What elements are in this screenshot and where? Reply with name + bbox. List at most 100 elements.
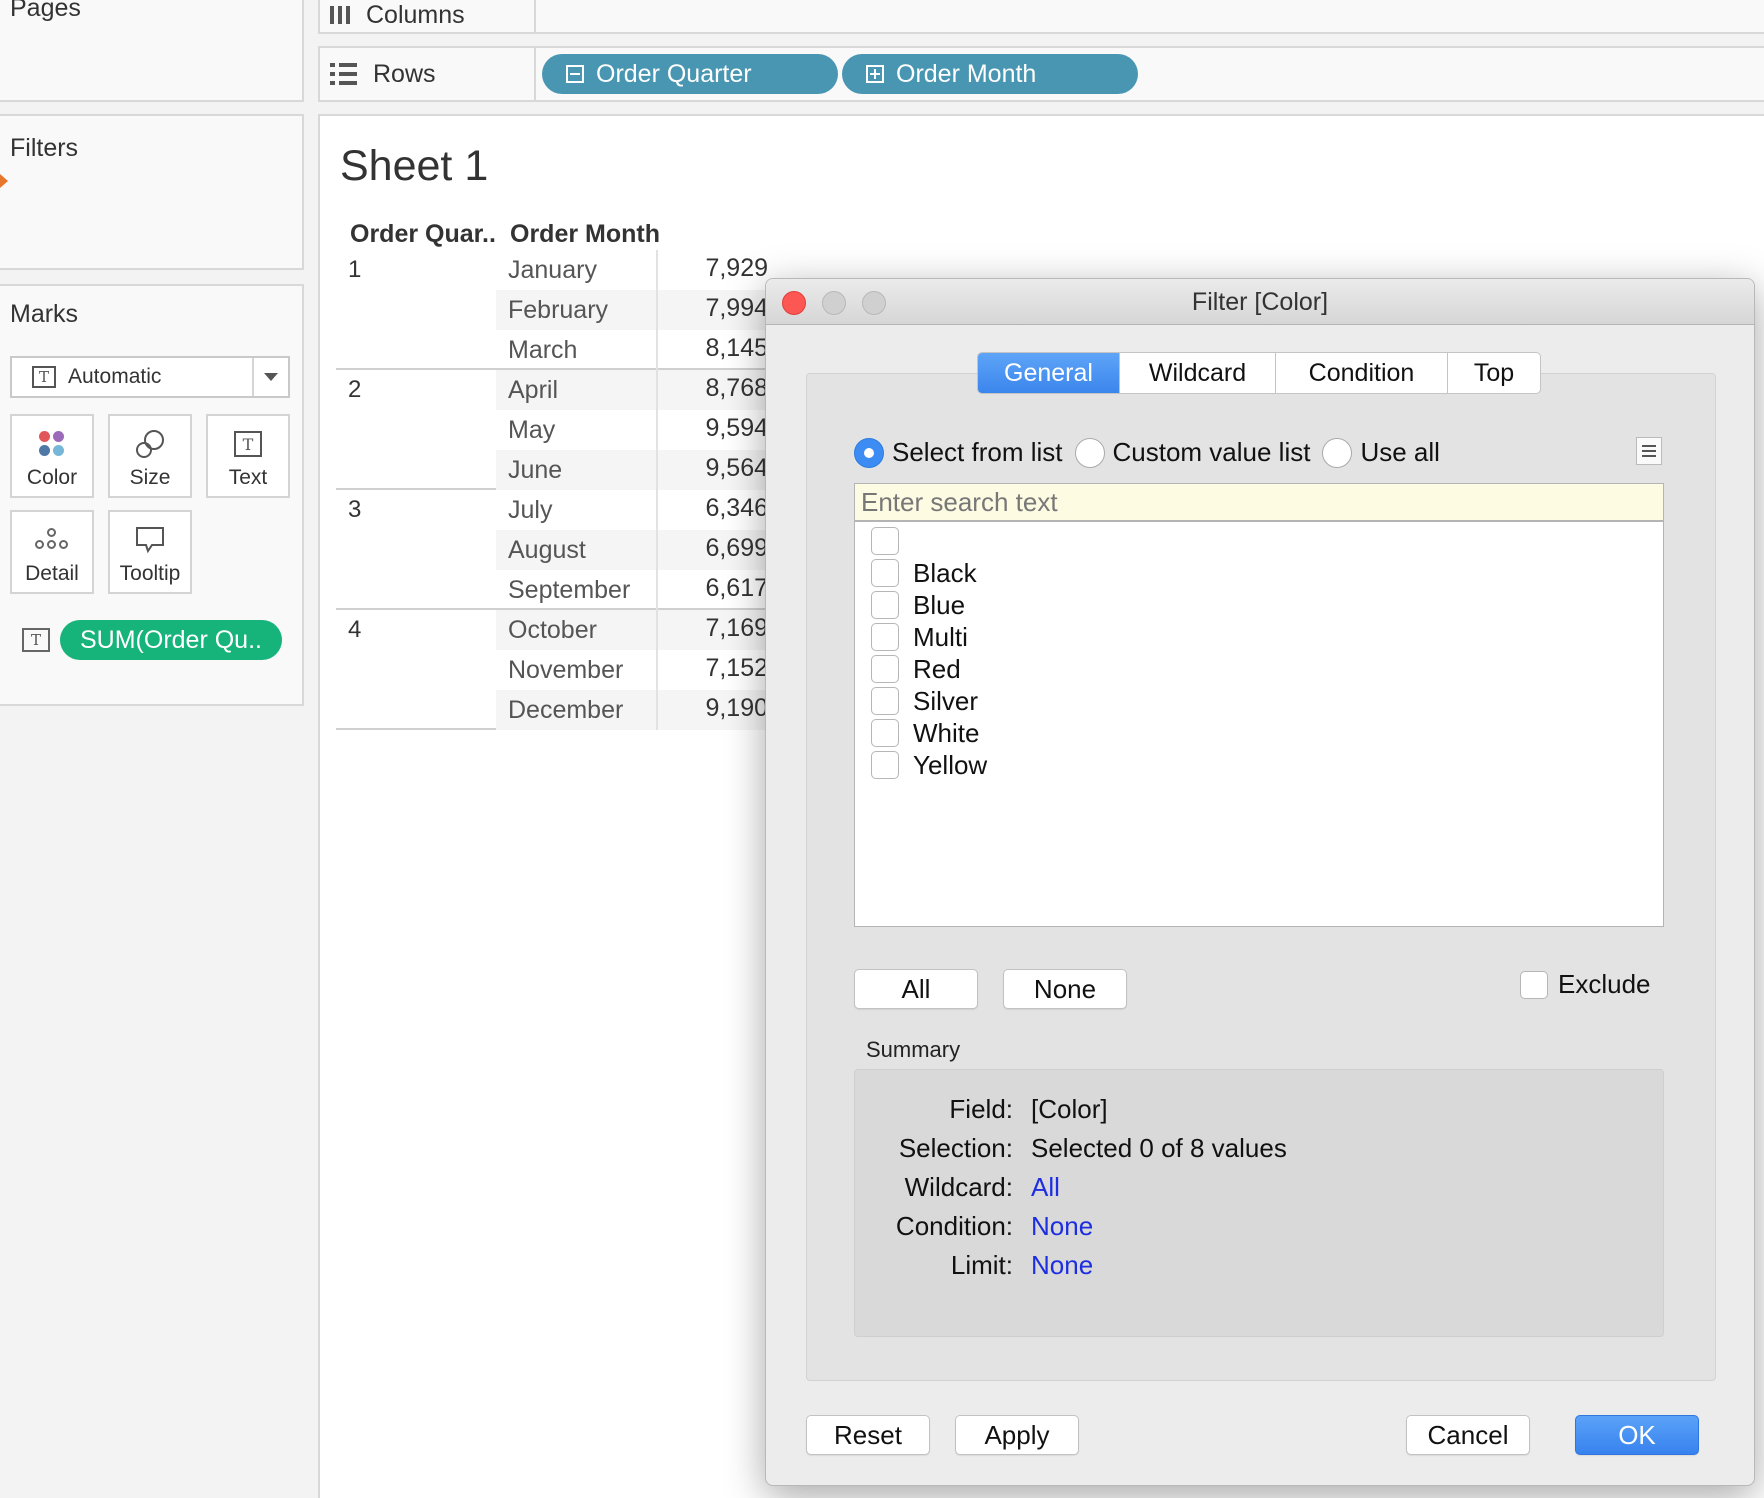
condition-link[interactable]: None [1031, 1211, 1093, 1242]
table-row[interactable]: January 7,929 [496, 250, 776, 290]
month-value: 6,617 [705, 574, 768, 602]
dropdown-arrow[interactable] [252, 358, 288, 396]
mark-type-dropdown[interactable]: T Automatic [10, 356, 290, 398]
list-item[interactable]: Black [871, 558, 977, 588]
exclude-option[interactable]: Exclude [1520, 969, 1651, 1000]
tab-top[interactable]: Top [1448, 353, 1540, 393]
table-row[interactable]: July 6,346 [496, 490, 776, 530]
tooltip-button[interactable]: Tooltip [108, 510, 192, 594]
table-row[interactable]: February 7,994 [496, 290, 776, 330]
summary-row-limit: Limit: None [950, 1250, 1094, 1281]
month-value: 7,152 [705, 654, 768, 682]
limit-link[interactable]: None [1031, 1250, 1093, 1281]
summary-row-condition: Condition: None [895, 1211, 1094, 1242]
checkbox[interactable] [871, 527, 899, 555]
text-icon[interactable]: T [22, 628, 50, 652]
month-name: May [508, 416, 556, 444]
order-month-pill[interactable]: Order Month [842, 54, 1138, 94]
tab-wildcard[interactable]: Wildcard [1120, 353, 1276, 393]
table-row[interactable]: August 6,699 [496, 530, 776, 570]
table-row[interactable]: May 9,594 [496, 410, 776, 450]
apply-button[interactable]: Apply [955, 1415, 1079, 1455]
text-label: Text [228, 466, 268, 489]
radio-label[interactable]: Custom value list [1113, 437, 1311, 468]
color-button[interactable]: Color [10, 414, 94, 498]
table-row[interactable]: June 9,564 [496, 450, 776, 490]
radio-use-all[interactable] [1322, 437, 1353, 468]
quarter-group: 2 April 8,768 May 9,594 June 9,564 [336, 370, 776, 490]
reset-button[interactable]: Reset [806, 1415, 930, 1455]
filters-title: Filters [10, 134, 79, 162]
marks-field-row: T SUM(Order Qu.. [22, 620, 282, 660]
text-button[interactable]: T Text [206, 414, 290, 498]
columns-shelf[interactable]: Columns [318, 0, 1764, 34]
checkbox[interactable] [871, 655, 899, 683]
checkbox[interactable] [871, 687, 899, 715]
wildcard-link[interactable]: All [1031, 1172, 1060, 1203]
size-icon [136, 430, 164, 458]
table-row[interactable]: October 7,169 [496, 610, 776, 650]
order-quarter-pill[interactable]: Order Quarter [542, 54, 838, 94]
detail-button[interactable]: Detail [10, 510, 94, 594]
table-row[interactable]: March 8,145 [496, 330, 776, 370]
select-all-button[interactable]: All [854, 969, 978, 1009]
collapse-icon[interactable] [566, 65, 584, 83]
column-header-order-quarter[interactable]: Order Quar.. [350, 220, 496, 249]
list-item[interactable] [871, 526, 913, 556]
table-row[interactable]: December 9,190 [496, 690, 776, 730]
tooltip-icon [136, 527, 164, 554]
cancel-button[interactable]: Cancel [1406, 1415, 1530, 1455]
list-item[interactable]: Yellow [871, 750, 987, 780]
radio-select-from-list[interactable] [854, 437, 884, 468]
table-row[interactable]: September 6,617 [496, 570, 776, 610]
quarter-group: 1 January 7,929 February 7,994 March 8,145 [336, 250, 776, 370]
list-item[interactable]: Blue [871, 590, 965, 620]
tab-general[interactable]: General [978, 353, 1120, 393]
radio-label[interactable]: Use all [1360, 437, 1439, 468]
select-none-button[interactable]: None [1003, 969, 1127, 1009]
table-row[interactable]: April 8,768 [496, 370, 776, 410]
size-button[interactable]: Size [108, 414, 192, 498]
checkbox[interactable] [871, 751, 899, 779]
summary-box: Field: [Color] Selection: Selected 0 of … [854, 1069, 1664, 1337]
values-list[interactable]: Black Blue Multi Red Silver White Yellow [854, 521, 1664, 927]
color-label: Color [26, 466, 78, 489]
list-item[interactable]: White [871, 718, 979, 748]
quarter-label[interactable]: 2 [348, 376, 361, 404]
summary-row-selection: Selection: Selected 0 of 8 values [898, 1133, 1287, 1163]
quarter-label[interactable]: 3 [348, 496, 361, 524]
radio-custom-value-list[interactable] [1074, 437, 1105, 468]
pages-card[interactable]: Pages [0, 0, 304, 102]
rows-shelf[interactable]: Rows Order Quarter Order Month [318, 46, 1764, 102]
list-options-menu-button[interactable] [1636, 437, 1662, 465]
crosstab-table: 1 January 7,929 February 7,994 March 8,145 … [336, 250, 776, 730]
rows-shelf-header: Rows [320, 48, 536, 100]
marks-title: Marks [10, 300, 79, 328]
summary-row-field: Field: [Color] [949, 1094, 1108, 1124]
sum-order-quantity-pill[interactable]: SUM(Order Qu.. [60, 620, 282, 660]
marks-card: Marks T Automatic Color Size T Text Deta… [0, 284, 304, 706]
list-item[interactable]: Red [871, 654, 961, 684]
order-quarter-label: Order Quarter [596, 59, 752, 88]
checkbox[interactable] [871, 591, 899, 619]
tab-bar: General Wildcard Condition Top [977, 352, 1541, 394]
radio-label[interactable]: Select from list [892, 437, 1063, 468]
dialog-titlebar[interactable]: Filter [Color] [766, 279, 1754, 325]
expand-icon[interactable] [866, 65, 884, 83]
search-input[interactable] [854, 483, 1664, 521]
quarter-label[interactable]: 4 [348, 616, 361, 644]
filters-card[interactable]: Filters [0, 114, 304, 270]
month-value: 6,346 [705, 494, 768, 522]
tab-condition[interactable]: Condition [1276, 353, 1448, 393]
checkbox[interactable] [871, 719, 899, 747]
checkbox[interactable] [871, 559, 899, 587]
column-header-order-month[interactable]: Order Month [510, 220, 660, 249]
list-item[interactable]: Silver [871, 686, 978, 716]
ok-button[interactable]: OK [1575, 1415, 1699, 1455]
table-row[interactable]: November 7,152 [496, 650, 776, 690]
quarter-label[interactable]: 1 [348, 256, 361, 284]
order-month-label: Order Month [896, 59, 1037, 88]
list-item[interactable]: Multi [871, 622, 968, 652]
exclude-checkbox[interactable] [1520, 970, 1548, 999]
checkbox[interactable] [871, 623, 899, 651]
